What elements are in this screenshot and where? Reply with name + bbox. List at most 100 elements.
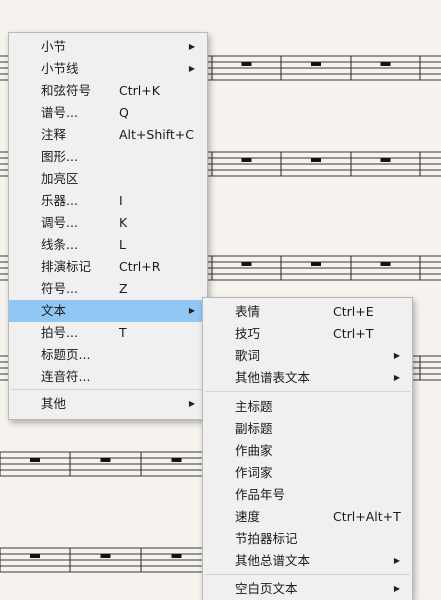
menu-item-label: 小节 — [41, 39, 67, 54]
menu-item-label: 主标题 — [235, 399, 273, 414]
insert-menu-item[interactable]: 连音符... — [9, 366, 207, 388]
text-submenu-item[interactable]: 节拍器标记 — [203, 528, 412, 550]
text-submenu-item[interactable]: 歌词 ▶ — [203, 345, 412, 367]
insert-menu-item[interactable]: 加亮区 — [9, 168, 207, 190]
menu-item-shortcut: Ctrl+K — [119, 83, 160, 98]
submenu-arrow-icon: ▶ — [393, 351, 400, 360]
menu-item-label: 表情 — [235, 304, 261, 319]
menu-item-label: 标题页... — [41, 347, 91, 362]
insert-menu-item[interactable]: 小节线 ▶ — [9, 58, 207, 80]
whole-rest[interactable] — [380, 158, 391, 162]
insert-menu-item[interactable]: 标题页... — [9, 344, 207, 366]
insert-menu-item[interactable]: 符号... Z — [9, 278, 207, 300]
insert-menu-item[interactable]: 小节 ▶ — [9, 36, 207, 58]
menu-item-label: 作曲家 — [235, 443, 273, 458]
menu-separator — [11, 389, 205, 390]
text-submenu-item[interactable]: 其他总谱文本 ▶ — [203, 550, 412, 572]
menu-item-shortcut: Ctrl+R — [119, 259, 161, 274]
menu-item-label: 调号... — [41, 215, 78, 230]
insert-menu-item[interactable]: 排演标记 Ctrl+R — [9, 256, 207, 278]
menu-item-label: 副标题 — [235, 421, 273, 436]
menu-item-label: 作词家 — [235, 465, 273, 480]
menu-item-label: 速度 — [235, 509, 261, 524]
text-submenu-item[interactable]: 作品年号 — [203, 484, 412, 506]
whole-rest[interactable] — [241, 262, 252, 266]
insert-menu-item[interactable]: 谱号... Q — [9, 102, 207, 124]
text-submenu-item[interactable]: 技巧 Ctrl+T — [203, 323, 412, 345]
insert-menu-item[interactable]: 文本 ▶ — [9, 300, 207, 322]
text-submenu-item[interactable]: 作曲家 — [203, 440, 412, 462]
whole-rest[interactable] — [30, 458, 40, 462]
menu-item-shortcut: Z — [119, 281, 128, 296]
menu-item-label: 小节线 — [41, 61, 79, 76]
whole-rest[interactable] — [100, 458, 111, 462]
menu-item-label: 加亮区 — [41, 171, 79, 186]
insert-menu-item[interactable]: 注释 Alt+Shift+C — [9, 124, 207, 146]
text-submenu-item[interactable]: 速度 Ctrl+Alt+T — [203, 506, 412, 528]
menu-item-label: 技巧 — [235, 326, 261, 341]
whole-rest[interactable] — [171, 458, 182, 462]
text-submenu-item[interactable]: 其他谱表文本 ▶ — [203, 367, 412, 389]
menu-item-shortcut: Q — [119, 105, 129, 120]
text-submenu-item[interactable]: 主标题 — [203, 396, 412, 418]
whole-rest[interactable] — [380, 62, 391, 66]
whole-rest[interactable] — [380, 262, 391, 266]
submenu-arrow-icon: ▶ — [188, 399, 195, 408]
menu-item-shortcut: Alt+Shift+C — [119, 127, 195, 142]
menu-item-label: 谱号... — [41, 105, 78, 120]
menu-item-label: 图形... — [41, 149, 78, 164]
insert-menu-item[interactable]: 乐器... I — [9, 190, 207, 212]
menu-separator — [205, 391, 410, 392]
submenu-arrow-icon: ▶ — [393, 373, 400, 382]
menu-item-label: 作品年号 — [235, 487, 286, 502]
text-submenu-item[interactable]: 作词家 — [203, 462, 412, 484]
menu-item-shortcut: K — [119, 215, 128, 230]
menu-item-shortcut: L — [119, 237, 126, 252]
menu-item-label: 其他总谱文本 — [235, 553, 311, 568]
menu-item-label: 排演标记 — [41, 259, 92, 274]
whole-rest[interactable] — [30, 554, 40, 558]
whole-rest[interactable] — [311, 158, 321, 162]
whole-rest[interactable] — [311, 262, 321, 266]
menu-item-label: 注释 — [41, 127, 67, 142]
submenu-arrow-icon: ▶ — [188, 64, 195, 73]
insert-menu-item[interactable]: 和弦符号 Ctrl+K — [9, 80, 207, 102]
text-submenu-item[interactable]: 表情 Ctrl+E — [203, 301, 412, 323]
menu-item-shortcut: Ctrl+E — [333, 304, 374, 319]
menu-item-label: 其他 — [41, 396, 67, 411]
text-submenu-item[interactable]: 空白页文本 ▶ — [203, 578, 412, 600]
insert-menu-item[interactable]: 调号... K — [9, 212, 207, 234]
whole-rest[interactable] — [241, 62, 252, 66]
insert-menu-item[interactable]: 拍号... T — [9, 322, 207, 344]
whole-rest[interactable] — [241, 158, 252, 162]
menu-item-label: 符号... — [41, 281, 78, 296]
insert-menu: 小节 ▶ 小节线 ▶ 和弦符号 Ctrl+K 谱号... Q 注释 Alt+Shift+C 图形..… — [8, 32, 208, 420]
whole-rest[interactable] — [171, 554, 182, 558]
staff — [0, 547, 213, 573]
menu-item-shortcut: T — [119, 325, 127, 340]
insert-menu-item[interactable]: 线条... L — [9, 234, 207, 256]
menu-item-label: 其他谱表文本 — [235, 370, 311, 385]
submenu-arrow-icon: ▶ — [188, 306, 195, 315]
menu-item-shortcut: Ctrl+T — [333, 326, 374, 341]
menu-item-label: 线条... — [41, 237, 78, 252]
menu-item-label: 空白页文本 — [235, 581, 298, 596]
menu-item-label: 文本 — [41, 303, 67, 318]
submenu-arrow-icon: ▶ — [188, 42, 195, 51]
menu-item-label: 歌词 — [235, 348, 261, 363]
menu-item-label: 连音符... — [41, 369, 91, 384]
submenu-arrow-icon: ▶ — [393, 556, 400, 565]
menu-item-shortcut: Ctrl+Alt+T — [333, 509, 401, 524]
whole-rest[interactable] — [311, 62, 321, 66]
menu-item-label: 和弦符号 — [41, 83, 92, 98]
menu-item-label: 拍号... — [41, 325, 78, 340]
text-submenu: 表情 Ctrl+E 技巧 Ctrl+T 歌词 ▶ 其他谱表文本 ▶ 主标题副标题作曲家作词家作品… — [202, 297, 413, 600]
whole-rest[interactable] — [100, 554, 111, 558]
menu-separator — [205, 574, 410, 575]
menu-item-label: 节拍器标记 — [235, 531, 298, 546]
text-submenu-item[interactable]: 副标题 — [203, 418, 412, 440]
insert-menu-item[interactable]: 其他 ▶ — [9, 393, 207, 415]
submenu-arrow-icon: ▶ — [393, 584, 400, 593]
insert-menu-item[interactable]: 图形... — [9, 146, 207, 168]
menu-item-label: 乐器... — [41, 193, 78, 208]
